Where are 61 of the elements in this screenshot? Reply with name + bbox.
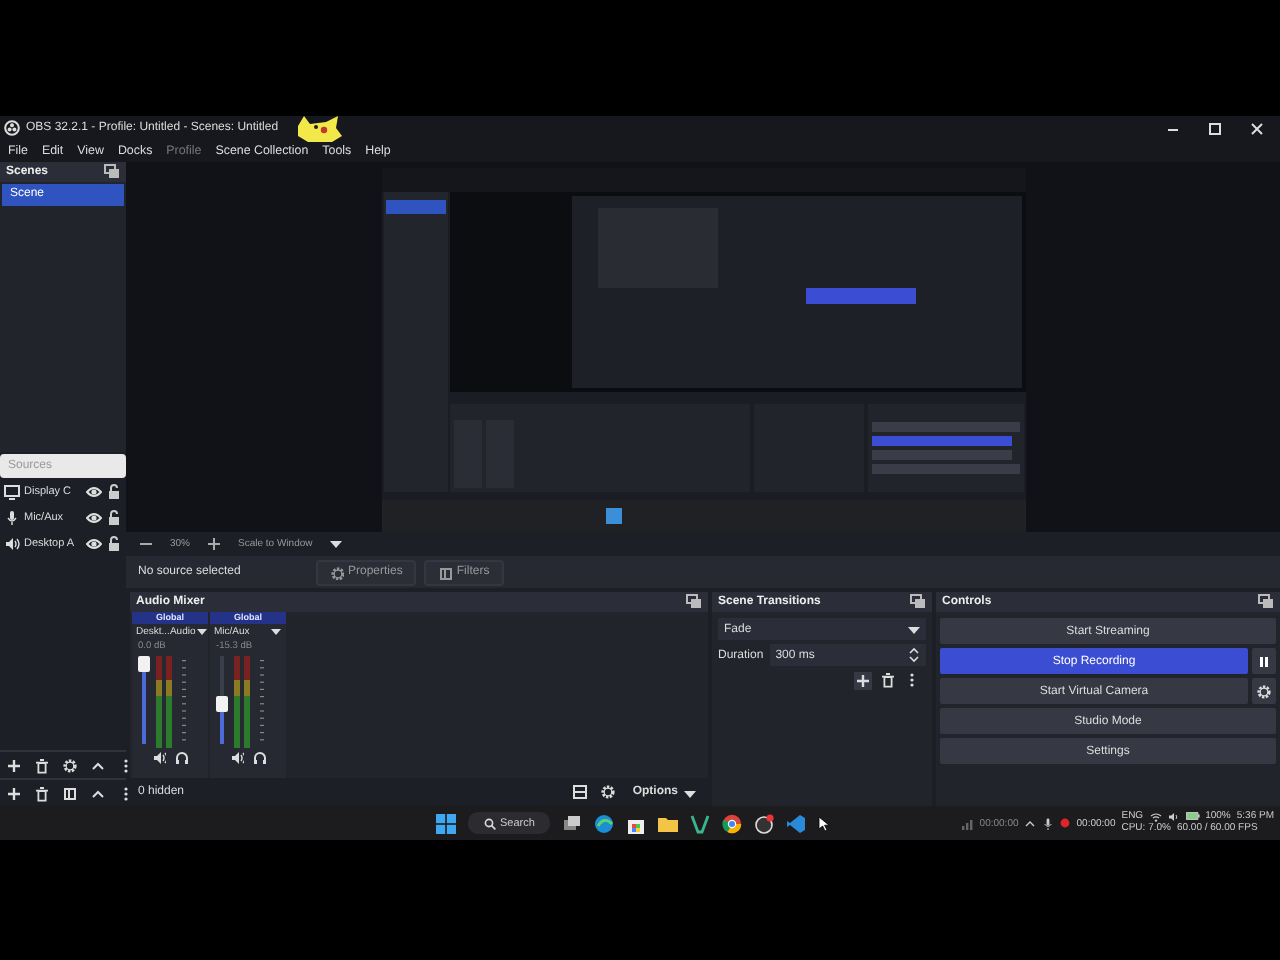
add-icon[interactable] xyxy=(6,785,22,801)
level-meter-drawing xyxy=(156,656,188,748)
layout-icon[interactable] xyxy=(572,784,589,800)
slider-thumb[interactable] xyxy=(216,695,228,712)
settings-icon xyxy=(1256,683,1272,699)
signal-icon xyxy=(961,817,974,829)
logo-icon xyxy=(4,120,20,136)
lock-icon[interactable] xyxy=(106,483,122,499)
monitor-icon xyxy=(4,483,20,499)
undock-icon[interactable] xyxy=(686,594,702,610)
trash-icon[interactable] xyxy=(880,672,896,688)
recorder-app-icon[interactable] xyxy=(754,813,775,833)
gear-icon[interactable] xyxy=(600,784,617,800)
headphones-icon[interactable] xyxy=(174,750,188,764)
gear-icon xyxy=(330,565,344,579)
microphone-icon xyxy=(1042,817,1055,829)
chrome-icon[interactable] xyxy=(722,813,743,833)
pause-icon xyxy=(1256,653,1272,669)
zoom-in-icon[interactable] xyxy=(206,535,223,551)
undock-icon[interactable] xyxy=(910,594,926,610)
lock-icon[interactable] xyxy=(106,535,122,551)
caret-icon xyxy=(906,622,920,636)
panel-icon[interactable] xyxy=(62,785,78,801)
panel-icon xyxy=(438,565,453,579)
cursor-icon xyxy=(818,815,831,831)
close-icon[interactable] xyxy=(1250,121,1264,135)
code-editor-icon[interactable] xyxy=(786,813,807,833)
wifi-icon[interactable] xyxy=(1149,811,1162,822)
speaker-icon[interactable] xyxy=(230,750,244,764)
speaker-icon xyxy=(4,535,20,551)
undock-icon[interactable] xyxy=(104,164,120,180)
eye-icon[interactable] xyxy=(86,509,102,525)
v-app-icon[interactable] xyxy=(690,813,711,833)
caret-icon xyxy=(682,785,696,799)
level-meter-drawing xyxy=(234,656,266,748)
eye-icon[interactable] xyxy=(86,483,102,499)
undock-icon[interactable] xyxy=(1258,594,1274,610)
windows-logo-icon[interactable] xyxy=(436,813,456,833)
trash-icon[interactable] xyxy=(34,757,50,773)
headphones-icon[interactable] xyxy=(252,750,266,764)
lock-icon[interactable] xyxy=(106,509,122,525)
eye-icon[interactable] xyxy=(86,535,102,551)
pause-button[interactable] xyxy=(1252,648,1276,674)
slider-thumb[interactable] xyxy=(138,656,150,672)
add-icon[interactable] xyxy=(6,757,22,773)
add-icon[interactable] xyxy=(854,672,872,690)
microphone-icon xyxy=(4,509,20,525)
search-icon xyxy=(484,817,496,829)
settings-icon[interactable] xyxy=(62,757,78,773)
volume-icon[interactable] xyxy=(1167,811,1180,822)
trash-icon[interactable] xyxy=(34,785,50,801)
spinner-icon xyxy=(908,646,920,664)
speaker-icon[interactable] xyxy=(152,750,166,764)
maximize-icon[interactable] xyxy=(1208,121,1222,135)
chevron-up-icon[interactable] xyxy=(1024,817,1037,829)
volume-slider[interactable] xyxy=(138,656,150,744)
globe-swirl-icon[interactable] xyxy=(594,813,615,833)
battery-icon[interactable] xyxy=(1185,812,1200,821)
task-view-icon[interactable] xyxy=(562,813,583,833)
folder-icon[interactable] xyxy=(658,813,679,833)
settings-button[interactable] xyxy=(1252,678,1276,704)
